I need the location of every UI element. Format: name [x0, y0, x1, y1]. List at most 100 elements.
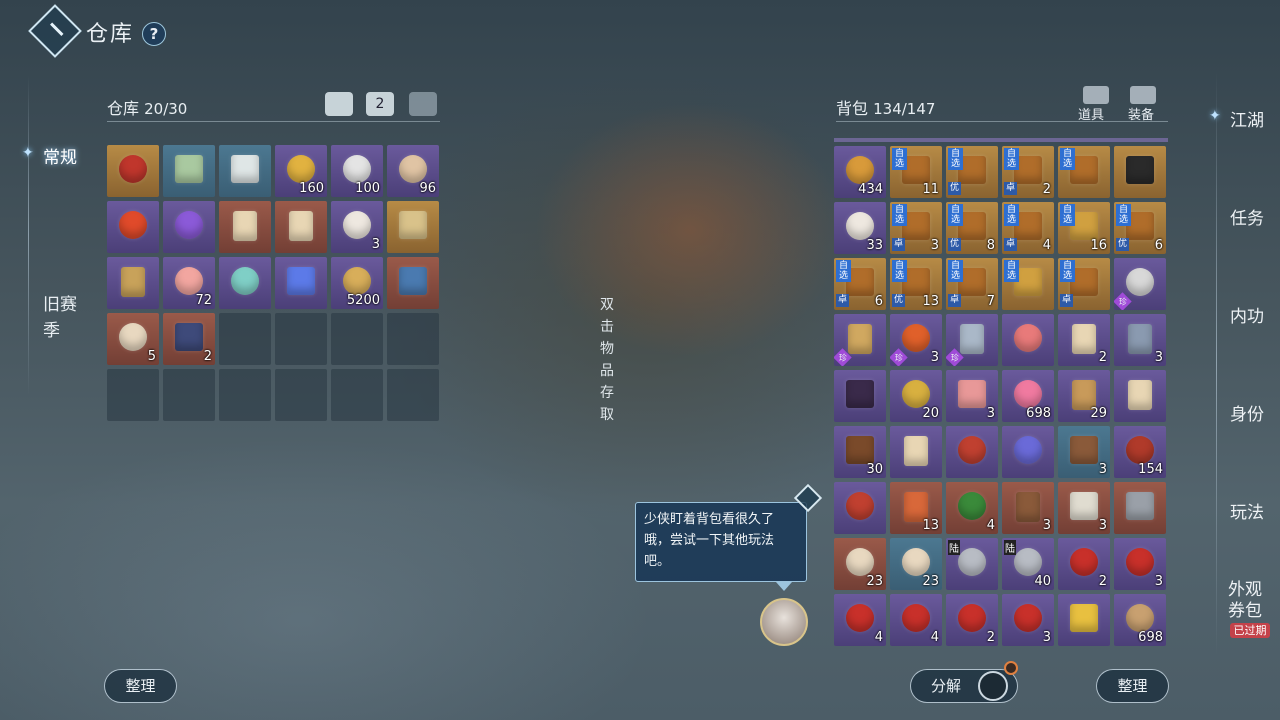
bag-item-slot[interactable] — [1002, 314, 1054, 366]
warehouse-empty-slot[interactable] — [275, 369, 327, 421]
bag-item-slot[interactable]: 30 — [834, 426, 886, 478]
bag-item-slot[interactable]: 自选 — [1002, 258, 1054, 310]
warehouse-empty-slot[interactable] — [163, 369, 215, 421]
avatar[interactable] — [760, 598, 808, 646]
bag-item-slot[interactable]: 3 — [1002, 482, 1054, 534]
bag-item-slot[interactable]: 珍 — [1114, 258, 1166, 310]
bag-item-slot[interactable] — [890, 426, 942, 478]
equip-filter-icon[interactable] — [1130, 86, 1156, 104]
warehouse-sort-button[interactable]: 整理 — [104, 669, 177, 703]
bag-item-slot[interactable]: 3 — [1058, 426, 1110, 478]
bag-item-slot[interactable]: 自选卓 6 — [834, 258, 886, 310]
bag-item-slot[interactable]: 自选卓 7 — [946, 258, 998, 310]
bag-item-slot[interactable]: 13 — [890, 482, 942, 534]
bag-item-slot[interactable]: 2 — [1058, 538, 1110, 590]
bag-item-slot[interactable]: 自选优 13 — [890, 258, 942, 310]
bag-item-slot[interactable] — [1114, 370, 1166, 422]
warehouse-item-slot[interactable] — [387, 257, 439, 309]
warehouse-item-slot[interactable] — [107, 201, 159, 253]
bag-item-slot[interactable]: 434 — [834, 146, 886, 198]
warehouse-item-slot[interactable] — [275, 201, 327, 253]
bag-item-slot[interactable]: 3 — [946, 370, 998, 422]
bag-item-slot[interactable]: 珍 — [834, 314, 886, 366]
bag-item-slot[interactable]: 20 — [890, 370, 942, 422]
warehouse-tab-1-icon[interactable] — [325, 92, 353, 116]
warehouse-empty-slot[interactable] — [331, 313, 383, 365]
bag-item-slot[interactable]: 698 — [1114, 594, 1166, 646]
bag-item-slot[interactable]: 4 — [834, 594, 886, 646]
bag-item-slot[interactable]: 23 — [890, 538, 942, 590]
back-button[interactable] — [28, 4, 82, 58]
bag-item-slot[interactable]: 4 — [946, 482, 998, 534]
bag-item-slot[interactable]: 3 — [1058, 482, 1110, 534]
warehouse-item-slot[interactable]: 5 — [107, 313, 159, 365]
bag-item-slot[interactable]: 自选卓 — [1058, 258, 1110, 310]
bag-item-slot[interactable] — [1002, 426, 1054, 478]
warehouse-item-slot[interactable] — [107, 145, 159, 197]
bag-item-slot[interactable]: 珍 — [946, 314, 998, 366]
warehouse-item-slot[interactable]: 3 — [331, 201, 383, 253]
bag-item-slot[interactable]: 自选 — [1058, 146, 1110, 198]
tab-regular[interactable]: 常规 — [43, 143, 77, 168]
bag-item-slot[interactable]: 698 — [1002, 370, 1054, 422]
bag-item-slot[interactable]: 33 — [834, 202, 886, 254]
bag-item-slot[interactable]: 自选 16 — [1058, 202, 1110, 254]
bag-item-slot[interactable] — [1114, 482, 1166, 534]
warehouse-empty-slot[interactable] — [387, 313, 439, 365]
help-icon[interactable]: ? — [142, 22, 166, 46]
warehouse-item-slot[interactable]: 72 — [163, 257, 215, 309]
bag-item-slot[interactable]: 珍3 — [890, 314, 942, 366]
warehouse-empty-slot[interactable] — [387, 369, 439, 421]
warehouse-item-slot[interactable]: 5200 — [331, 257, 383, 309]
bag-item-slot[interactable]: 3 — [1114, 314, 1166, 366]
bag-item-slot[interactable]: 自选优 8 — [946, 202, 998, 254]
warehouse-item-slot[interactable] — [163, 145, 215, 197]
bag-item-slot[interactable]: 自选优 6 — [1114, 202, 1166, 254]
bag-grid[interactable]: 434 自选 11 自选优自选卓 2 自选 33 自选卓 3 自选优 8 自选卓 4 自选 16 自选优 6 自选… — [834, 146, 1166, 646]
tab-old-season[interactable]: 旧赛 季 — [43, 292, 83, 344]
warehouse-item-slot[interactable] — [275, 257, 327, 309]
tab-neigong[interactable]: 内功 — [1230, 302, 1264, 327]
bag-item-slot[interactable]: 4 — [890, 594, 942, 646]
warehouse-empty-slot[interactable] — [107, 369, 159, 421]
warehouse-item-slot[interactable] — [163, 201, 215, 253]
bag-item-slot[interactable]: 2 — [1058, 314, 1110, 366]
bag-item-slot[interactable]: 陆 — [946, 538, 998, 590]
bag-item-slot[interactable] — [1058, 594, 1110, 646]
props-filter-icon[interactable] — [1083, 86, 1109, 104]
warehouse-empty-slot[interactable] — [275, 313, 327, 365]
tab-gameplay[interactable]: 玩法 — [1230, 498, 1264, 523]
warehouse-item-slot[interactable] — [219, 257, 271, 309]
warehouse-item-slot[interactable] — [219, 201, 271, 253]
tab-identity[interactable]: 身份 — [1230, 400, 1264, 425]
bag-item-slot[interactable]: 自选 11 — [890, 146, 942, 198]
warehouse-add-tab-icon[interactable] — [409, 92, 437, 116]
warehouse-item-slot[interactable]: 2 — [163, 313, 215, 365]
decompose-icon[interactable] — [978, 671, 1008, 701]
warehouse-item-slot[interactable] — [219, 145, 271, 197]
warehouse-item-slot[interactable] — [387, 201, 439, 253]
warehouse-empty-slot[interactable] — [219, 369, 271, 421]
bag-item-slot[interactable]: 29 — [1058, 370, 1110, 422]
warehouse-item-slot[interactable]: 96 — [387, 145, 439, 197]
bag-item-slot[interactable]: 自选卓 3 — [890, 202, 942, 254]
bag-item-slot[interactable]: 自选优 — [946, 146, 998, 198]
bag-item-slot[interactable] — [834, 482, 886, 534]
bag-item-slot[interactable]: 自选卓 2 — [1002, 146, 1054, 198]
warehouse-tab-2-icon[interactable]: 2 — [366, 92, 394, 116]
warehouse-empty-slot[interactable] — [219, 313, 271, 365]
bag-item-slot[interactable]: 3 — [1114, 538, 1166, 590]
tab-jianghu[interactable]: 江湖 — [1230, 106, 1264, 131]
bag-item-slot[interactable]: 3 — [1002, 594, 1054, 646]
tab-quest[interactable]: 任务 — [1230, 204, 1264, 229]
bag-item-slot[interactable] — [946, 426, 998, 478]
warehouse-item-slot[interactable]: 100 — [331, 145, 383, 197]
bag-item-slot[interactable]: 2 — [946, 594, 998, 646]
bag-item-slot[interactable]: 自选卓 4 — [1002, 202, 1054, 254]
tab-appearance-coupon[interactable]: 外观 券包 — [1228, 580, 1262, 622]
bag-item-slot[interactable]: 23 — [834, 538, 886, 590]
bag-sort-button[interactable]: 整理 — [1096, 669, 1169, 703]
bag-item-slot[interactable] — [1114, 146, 1166, 198]
bag-item-slot[interactable] — [834, 370, 886, 422]
warehouse-item-slot[interactable]: 160 — [275, 145, 327, 197]
